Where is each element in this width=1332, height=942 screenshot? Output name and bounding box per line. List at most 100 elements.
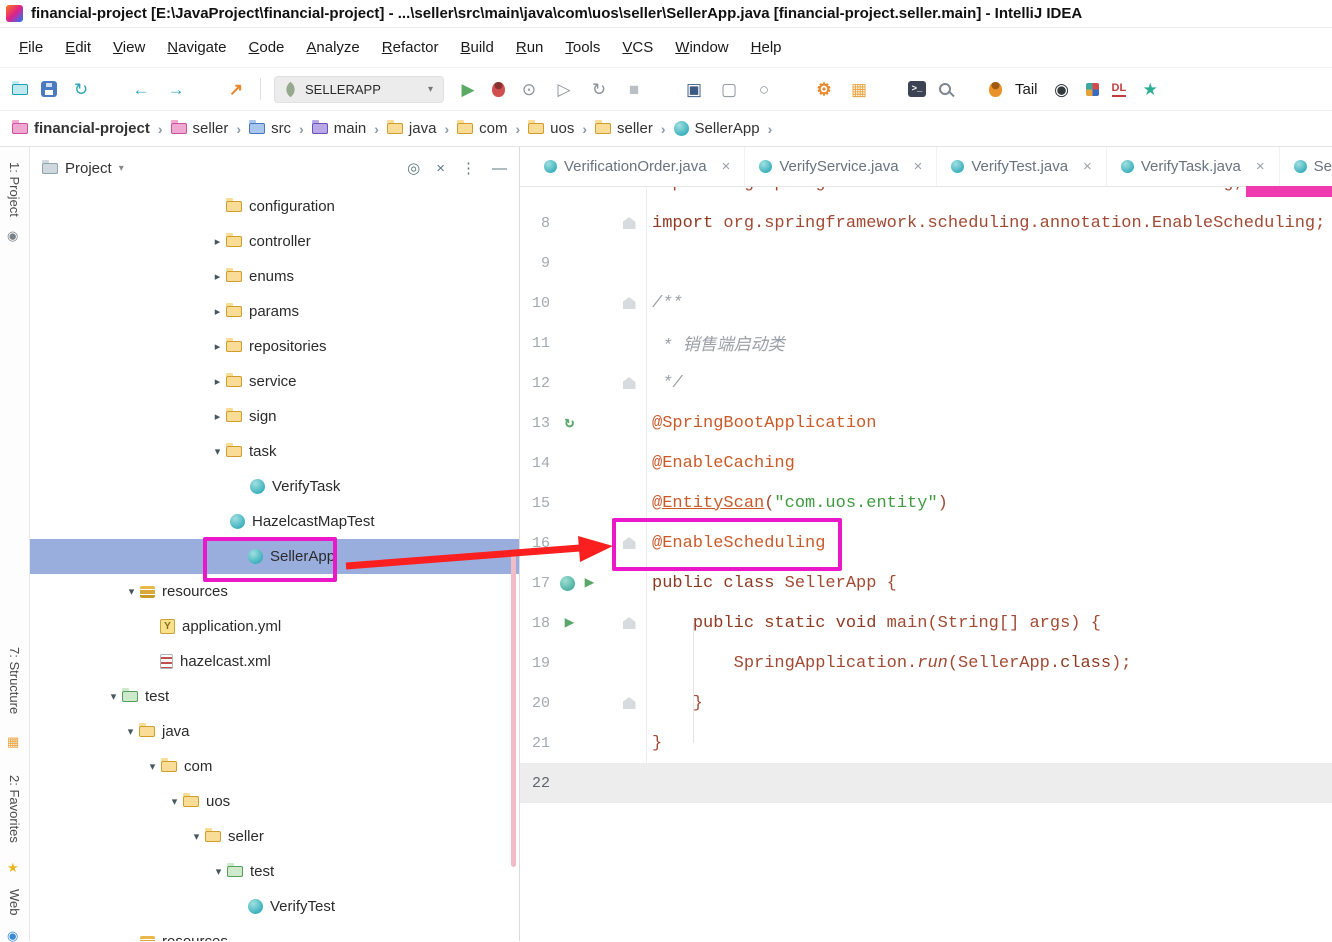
- web-globe-icon[interactable]: ◉: [7, 929, 18, 942]
- tool-window-button-favorites[interactable]: 2: Favorites: [7, 775, 22, 843]
- close-icon[interactable]: ×: [914, 158, 923, 175]
- menu-item-edit[interactable]: Edit: [54, 35, 102, 60]
- favorites-star-icon[interactable]: ★: [7, 861, 19, 874]
- code-line-18[interactable]: 18 ▶ public static void main(String[] arg…: [520, 603, 1332, 643]
- tree-chevron-icon[interactable]: ▸: [209, 270, 226, 283]
- code-line-9[interactable]: 9: [520, 243, 1332, 283]
- tree-item-sign[interactable]: ▸ sign: [30, 399, 519, 434]
- tree-chevron-icon[interactable]: ▾: [209, 445, 226, 458]
- code-line-13[interactable]: 13 ↻ @SpringBootApplication: [520, 403, 1332, 443]
- code-line-22[interactable]: 22: [520, 763, 1332, 803]
- editor-tab-verifyservice.java[interactable]: VerifyService.java ×: [745, 147, 938, 186]
- profiler-icon[interactable]: ▷: [553, 81, 575, 98]
- history-icon[interactable]: ○: [753, 81, 775, 98]
- sparkle-icon[interactable]: ★: [1139, 81, 1161, 98]
- save-all-icon[interactable]: [41, 81, 57, 97]
- tree-item-application.yml[interactable]: Yapplication.yml: [30, 609, 519, 644]
- menu-item-navigate[interactable]: Navigate: [156, 35, 237, 60]
- hide-panel-icon[interactable]: —: [492, 160, 507, 177]
- project-strip-icon[interactable]: ◉: [7, 229, 18, 242]
- tree-chevron-icon[interactable]: ▸: [209, 340, 226, 353]
- tree-item-uos[interactable]: ▾ uos: [30, 784, 519, 819]
- collapse-all-icon[interactable]: ×: [436, 160, 445, 177]
- code-line-14[interactable]: 14 @EnableCaching: [520, 443, 1332, 483]
- code-line-21[interactable]: 21}: [520, 723, 1332, 763]
- run-gutter-icon[interactable]: ▶: [580, 575, 599, 591]
- tree-chevron-icon[interactable]: ▾: [188, 830, 205, 843]
- run-icon[interactable]: ▶: [457, 81, 479, 98]
- tool-window-button-project[interactable]: 1: Project: [7, 162, 22, 217]
- tree-item-task[interactable]: ▾ task: [30, 434, 519, 469]
- menu-item-build[interactable]: Build: [449, 35, 504, 60]
- editor-tab-verifytask.java[interactable]: VerifyTask.java ×: [1107, 147, 1280, 186]
- menu-item-run[interactable]: Run: [505, 35, 555, 60]
- synchronize-icon[interactable]: ↻: [70, 81, 92, 98]
- fold-marker-icon[interactable]: [622, 217, 636, 229]
- tree-item-test[interactable]: ▾ test: [30, 679, 519, 714]
- export-run-icon[interactable]: ↗: [225, 81, 247, 98]
- menu-item-refactor[interactable]: Refactor: [371, 35, 450, 60]
- record-icon[interactable]: ◉: [1051, 81, 1073, 98]
- code-line-12[interactable]: 12 */: [520, 363, 1332, 403]
- code-line-20[interactable]: 20 }: [520, 683, 1332, 723]
- close-icon[interactable]: ×: [722, 158, 731, 175]
- code-line-19[interactable]: 19 SpringApplication. run (SellerApp. class…: [520, 643, 1332, 683]
- close-icon[interactable]: ×: [1256, 158, 1265, 175]
- tree-item-enums[interactable]: ▸ enums: [30, 259, 519, 294]
- menu-item-help[interactable]: Help: [740, 35, 793, 60]
- code-line-16[interactable]: 16 @EnableScheduling: [520, 523, 1332, 563]
- tree-item-resources[interactable]: resources: [30, 924, 519, 941]
- tool-window-button-structure[interactable]: 7: Structure: [7, 647, 22, 714]
- tree-chevron-icon[interactable]: ▸: [209, 410, 226, 423]
- tree-item-params[interactable]: ▸ params: [30, 294, 519, 329]
- fold-marker-icon[interactable]: [622, 537, 636, 549]
- run-gutter-icon[interactable]: ▶: [560, 615, 579, 631]
- tree-chevron-icon[interactable]: ▾: [210, 865, 227, 878]
- scroll-from-source-icon[interactable]: ◎: [407, 159, 420, 177]
- copy-icon[interactable]: ▢: [718, 81, 740, 98]
- spring-bean-icon[interactable]: [560, 575, 575, 591]
- structure-strip-icon[interactable]: ▦: [7, 735, 19, 748]
- code-line-8[interactable]: 8 import org.springframework.scheduling.a…: [520, 203, 1332, 243]
- coverage-icon[interactable]: ⊙: [518, 81, 540, 98]
- breadcrumb-item-sellerapp[interactable]: SellerApp: [673, 120, 760, 137]
- breadcrumb-item-seller[interactable]: seller: [170, 120, 228, 137]
- code-editor[interactable]: 7 import org.springframework.cache.annota…: [520, 187, 1332, 941]
- tree-chevron-icon[interactable]: ▾: [122, 725, 139, 738]
- menu-item-tools[interactable]: Tools: [554, 35, 611, 60]
- tree-item-hazelcastmaptest[interactable]: HazelcastMapTest: [30, 504, 519, 539]
- tree-chevron-icon[interactable]: ▸: [209, 305, 226, 318]
- code-line-15[interactable]: 15 @EntityScan("com.uos.entity"): [520, 483, 1332, 523]
- tree-item-configuration[interactable]: configuration: [30, 189, 519, 224]
- modules-blocks-icon[interactable]: [1085, 82, 1099, 96]
- editor-tab-verifytest.java[interactable]: VerifyTest.java ×: [937, 147, 1107, 186]
- tree-chevron-icon[interactable]: ▸: [209, 375, 226, 388]
- tree-item-verifytask[interactable]: VerifyTask: [30, 469, 519, 504]
- tree-item-service[interactable]: ▸ service: [30, 364, 519, 399]
- tree-chevron-icon[interactable]: ▾: [123, 585, 140, 598]
- code-line-10[interactable]: 10 /**: [520, 283, 1332, 323]
- close-icon[interactable]: ×: [1083, 158, 1092, 175]
- open-project-icon[interactable]: [12, 80, 28, 95]
- menu-item-window[interactable]: Window: [664, 35, 739, 60]
- tree-item-verifytest[interactable]: VerifyTest: [30, 889, 519, 924]
- tree-item-resources[interactable]: ▾ resources: [30, 574, 519, 609]
- menu-item-file[interactable]: File: [8, 35, 54, 60]
- replace-icon[interactable]: ▣: [683, 81, 705, 98]
- tail-button[interactable]: Tail: [1015, 81, 1038, 98]
- fold-marker-icon[interactable]: [622, 377, 636, 389]
- settings-gear-icon[interactable]: ⚙: [813, 81, 835, 98]
- breadcrumb-item-com[interactable]: com: [457, 120, 507, 137]
- tree-chevron-icon[interactable]: ▾: [144, 760, 161, 773]
- fold-marker-icon[interactable]: [622, 617, 636, 629]
- search-icon[interactable]: [939, 83, 951, 95]
- chevron-down-icon[interactable]: ▾: [119, 163, 124, 174]
- tree-item-repositories[interactable]: ▸ repositories: [30, 329, 519, 364]
- project-panel-scrollbar[interactable]: [511, 555, 516, 867]
- dashboard-grid-icon[interactable]: ▦: [848, 81, 870, 98]
- breadcrumb-item-src[interactable]: src: [249, 120, 291, 137]
- breadcrumb-item-seller[interactable]: seller: [595, 120, 653, 137]
- forward-icon[interactable]: →: [165, 81, 187, 98]
- tree-item-test[interactable]: ▾ test: [30, 854, 519, 889]
- breadcrumb-item-uos[interactable]: uos: [528, 120, 574, 137]
